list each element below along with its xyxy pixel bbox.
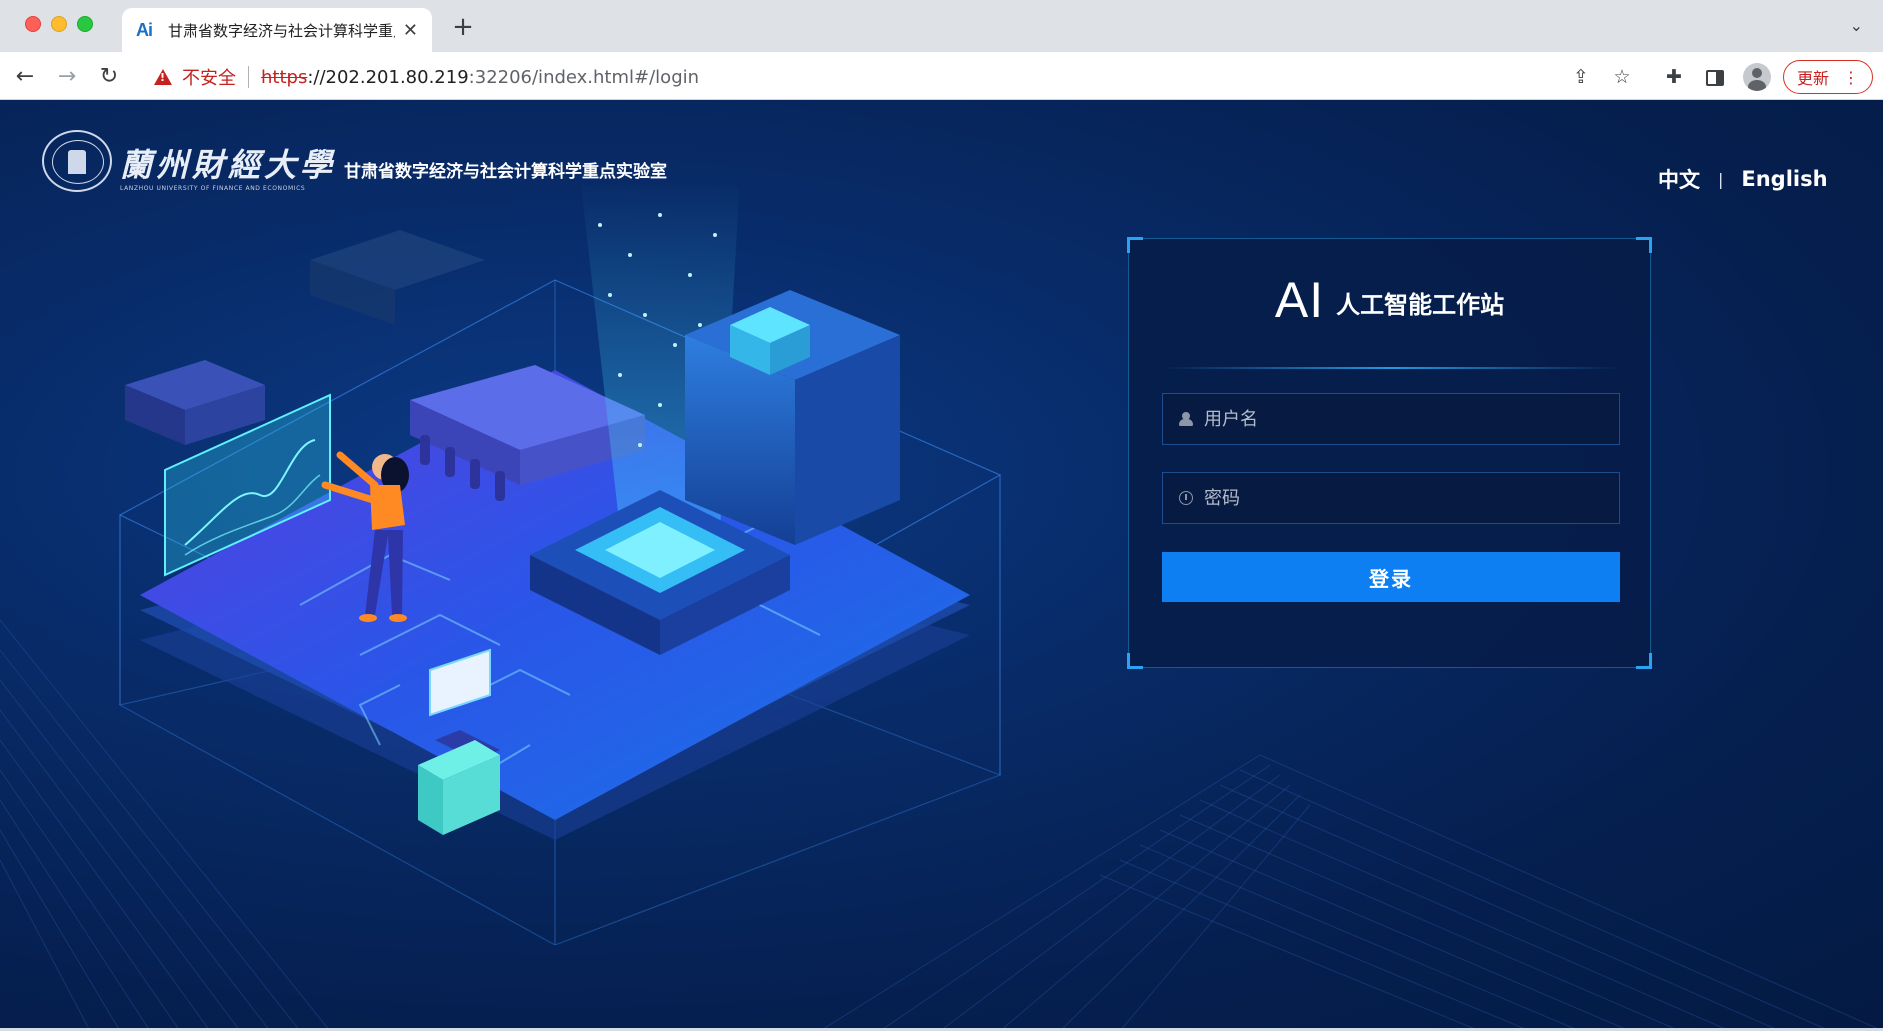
university-brand: 蘭州財經大學 LANZHOU UNIVERSITY OF FINANCE AND… <box>42 130 667 192</box>
password-input[interactable] <box>1202 473 1619 523</box>
lab-name: 甘肃省数字经济与社会计算科学重点实验室 <box>344 162 668 182</box>
login-header-divider <box>1163 367 1619 369</box>
tab-favicon-icon: Ai <box>136 20 153 40</box>
ai-logo-icon: AI <box>1274 272 1325 328</box>
lang-separator: | <box>1718 169 1724 189</box>
url-path: :32206/index.html#/login <box>468 66 700 88</box>
login-button[interactable]: 登录 <box>1162 552 1620 602</box>
username-field[interactable] <box>1162 393 1620 445</box>
more-menu-icon: ⋮ <box>1843 67 1859 87</box>
university-seal-icon <box>42 130 112 192</box>
url-host: ://202.201.80.219 <box>307 66 469 88</box>
browser-tab-active[interactable]: Ai 甘肃省数字经济与社会计算科学重点实验室 ✕ <box>122 8 432 52</box>
user-icon <box>1179 412 1193 426</box>
share-icon[interactable]: ⇪ <box>1566 62 1596 92</box>
lock-icon <box>1179 491 1193 505</box>
url-scheme: https <box>261 66 308 88</box>
card-corner-decoration <box>1127 653 1143 669</box>
side-panel-icon[interactable] <box>1700 62 1730 92</box>
bookmark-star-icon[interactable]: ☆ <box>1607 62 1637 92</box>
card-corner-decoration <box>1636 653 1652 669</box>
ai-lab-illustration <box>118 185 1002 945</box>
forward-arrow-icon[interactable]: → <box>52 62 82 92</box>
profile-avatar-icon[interactable] <box>1743 63 1771 91</box>
login-header: AI 人工智能工作站 <box>1129 272 1650 328</box>
password-field[interactable] <box>1162 472 1620 524</box>
window-controls <box>25 16 93 32</box>
university-name: 蘭州財經大學 <box>120 146 337 184</box>
new-tab-button[interactable]: + <box>448 12 478 42</box>
extensions-puzzle-icon[interactable]: ✚ <box>1659 62 1689 92</box>
close-window-button[interactable] <box>25 16 41 32</box>
update-label: 更新 <box>1796 69 1829 88</box>
tab-close-icon[interactable]: ✕ <box>403 20 418 41</box>
lang-chinese-link[interactable]: 中文 <box>1658 164 1700 194</box>
reload-icon[interactable]: ↻ <box>94 62 124 92</box>
address-bar[interactable]: 不安全 https ://202.201.80.219 :32206/index… <box>140 60 1620 94</box>
tab-title: 甘肃省数字经济与社会计算科学重点实验室 <box>168 21 395 40</box>
minimize-window-button[interactable] <box>51 16 67 32</box>
username-input[interactable] <box>1202 394 1619 444</box>
tab-search-chevron-icon[interactable]: ⌄ <box>1850 16 1863 35</box>
login-title: 人工智能工作站 <box>1336 291 1505 319</box>
card-corner-decoration <box>1636 237 1652 253</box>
language-switcher: 中文 | English <box>1658 164 1828 194</box>
lang-english-link[interactable]: English <box>1741 167 1827 191</box>
omnibox-divider <box>248 66 249 88</box>
security-status[interactable]: 不安全 <box>182 64 236 90</box>
login-page: 蘭州財經大學 LANZHOU UNIVERSITY OF FINANCE AND… <box>0 100 1883 1031</box>
warning-icon[interactable] <box>154 69 172 85</box>
browser-tab-strip: Ai 甘肃省数字经济与社会计算科学重点实验室 ✕ + ⌄ <box>0 0 1883 52</box>
login-card: AI 人工智能工作站 登录 <box>1127 237 1652 669</box>
back-arrow-icon[interactable]: ← <box>10 62 40 92</box>
update-button[interactable]: 更新 ⋮ <box>1783 60 1873 94</box>
card-corner-decoration <box>1127 237 1143 253</box>
browser-toolbar: ← → ↻ 不安全 https ://202.201.80.219 :32206… <box>0 52 1883 100</box>
zoom-window-button[interactable] <box>77 16 93 32</box>
